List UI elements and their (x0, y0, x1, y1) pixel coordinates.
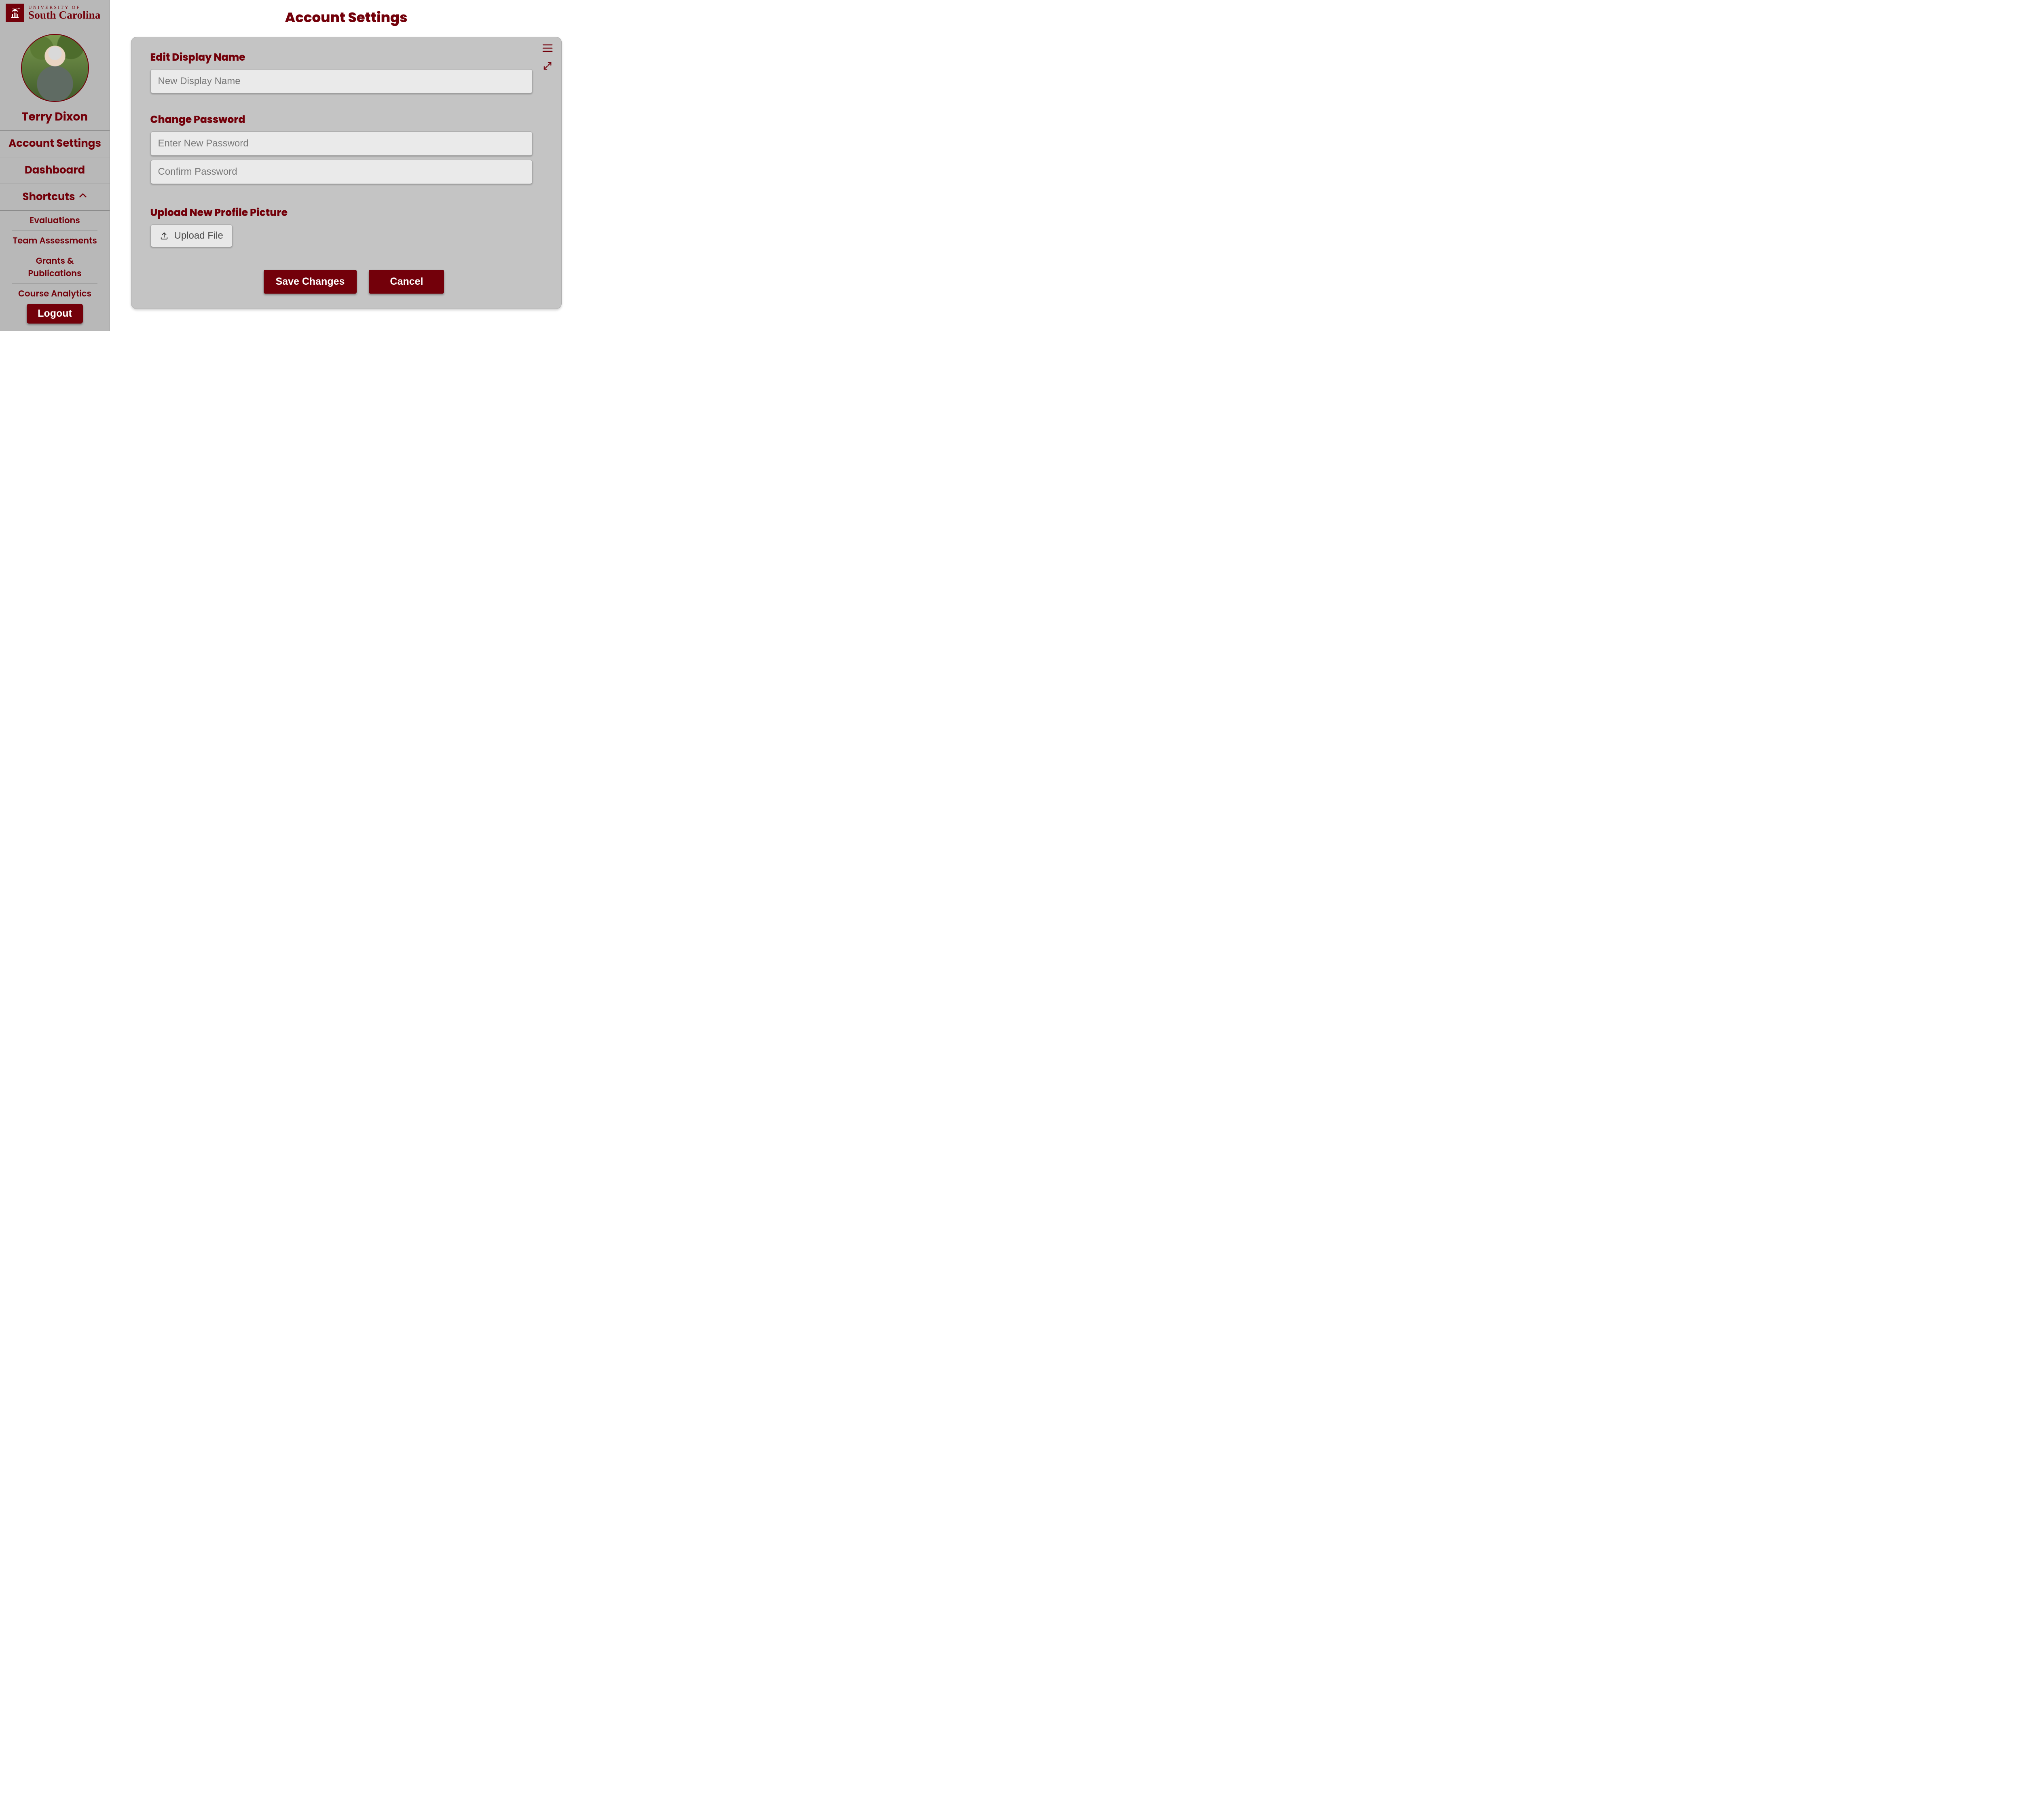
sidebar-item-shortcuts[interactable]: Shortcuts (0, 184, 110, 211)
brand-logo[interactable]: UNIVERSITY OF South Carolina (0, 0, 110, 26)
card-icon-stack (542, 44, 553, 73)
sidebar-item-account-settings[interactable]: Account Settings (0, 131, 110, 157)
logout-wrap: Logout (0, 304, 110, 333)
brand-badge-icon (6, 4, 24, 22)
main: Account Settings Edit Display Name Chang… (110, 0, 582, 331)
brand-text: UNIVERSITY OF South Carolina (28, 5, 101, 21)
brand-name: South Carolina (28, 10, 101, 21)
upload-icon (160, 231, 169, 240)
shortcut-grants-publications[interactable]: Grants & Publications (12, 251, 97, 284)
upload-file-button[interactable]: Upload File (150, 224, 233, 247)
new-password-input[interactable] (150, 131, 533, 156)
shortcut-evaluations[interactable]: Evaluations (12, 211, 97, 231)
avatar[interactable] (21, 34, 89, 102)
sidebar-item-label: Account Settings (8, 136, 101, 152)
profile-name: Terry Dixon (22, 108, 88, 125)
logout-button[interactable]: Logout (27, 304, 83, 324)
display-name-input[interactable] (150, 69, 533, 93)
cancel-button[interactable]: Cancel (369, 270, 444, 294)
sidebar: UNIVERSITY OF South Carolina Terry Dixon… (0, 0, 110, 331)
palmetto-tree-icon (8, 6, 22, 20)
upload-file-label: Upload File (174, 230, 223, 241)
sidebar-item-label: Dashboard (25, 163, 85, 178)
sidebar-item-dashboard[interactable]: Dashboard (0, 157, 110, 184)
profile-section: Terry Dixon (0, 26, 110, 131)
hamburger-icon[interactable] (542, 44, 553, 55)
settings-card: Edit Display Name Change Password Upload… (131, 37, 562, 309)
confirm-password-input[interactable] (150, 160, 533, 184)
shortcut-course-analytics[interactable]: Course Analytics (12, 284, 97, 304)
sidebar-item-label: Shortcuts (22, 189, 75, 205)
sidebar-nav: Account Settings Dashboard Shortcuts Eva… (0, 131, 110, 304)
shortcut-team-assessments[interactable]: Team Assessments (12, 231, 97, 251)
action-row: Save Changes Cancel (264, 270, 542, 294)
change-password-label: Change Password (150, 112, 542, 127)
upload-picture-label: Upload New Profile Picture (150, 205, 542, 220)
chevron-up-icon (78, 189, 87, 205)
save-button[interactable]: Save Changes (264, 270, 357, 294)
page-title: Account Settings (285, 7, 408, 28)
display-name-label: Edit Display Name (150, 50, 542, 65)
expand-icon[interactable] (543, 61, 552, 73)
shortcuts-subnav: Evaluations Team Assessments Grants & Pu… (0, 211, 110, 304)
